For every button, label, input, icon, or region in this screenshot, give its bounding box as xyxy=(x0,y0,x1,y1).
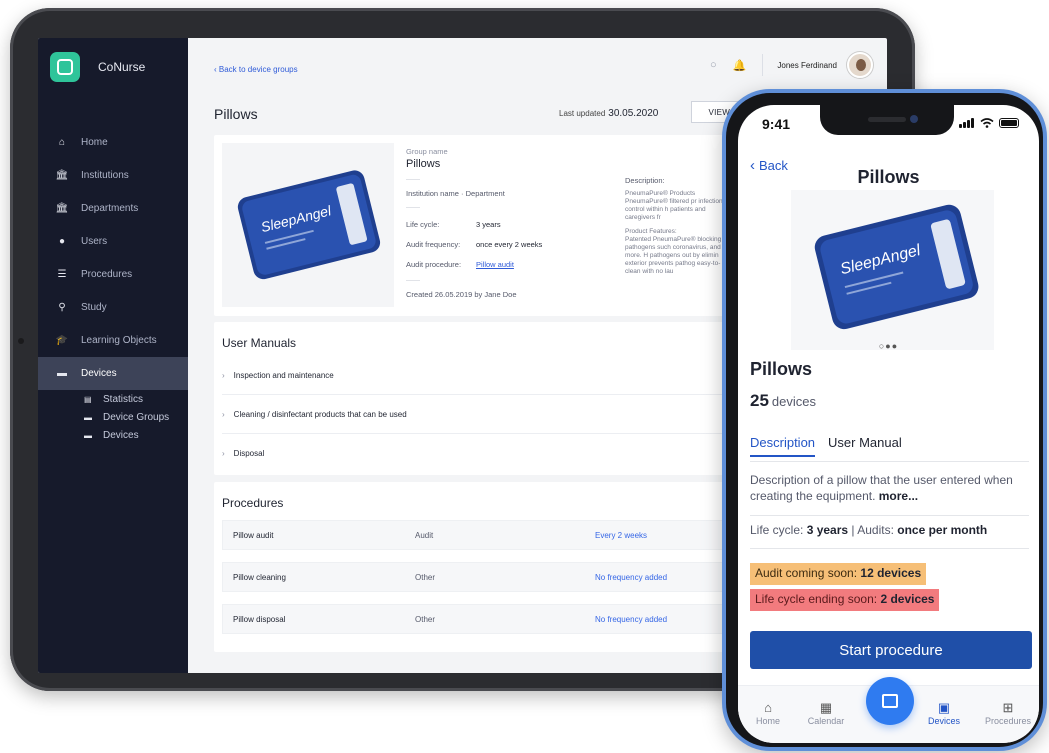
monitor-icon: ▬ xyxy=(84,412,92,422)
manual-accordion-item[interactable]: › Inspection and maintenance xyxy=(222,356,767,395)
start-procedure-button[interactable]: Start procedure xyxy=(750,631,1032,669)
avatar[interactable] xyxy=(847,52,873,78)
calendar-icon: ▦ xyxy=(819,700,833,715)
device-count: 25 devices xyxy=(750,391,816,410)
description-text: Description of a pillow that the user en… xyxy=(750,473,1013,503)
phone-tabs: Description User Manual xyxy=(750,435,902,457)
home-icon: ⌂ xyxy=(764,700,772,715)
search-icon[interactable]: ○ xyxy=(710,59,717,71)
chevron-right-icon: › xyxy=(222,449,225,458)
tab-description[interactable]: Description xyxy=(750,435,816,457)
tab-user-manual[interactable]: User Manual xyxy=(828,435,902,457)
sidebar-item-procedures[interactable]: ☰ Procedures xyxy=(38,258,188,291)
divider xyxy=(762,54,764,76)
phone-notch xyxy=(820,105,954,135)
status-icons xyxy=(959,118,1019,128)
created-line: Created 26.05.2019 by Jane Doe xyxy=(406,290,517,299)
product-image: SleepAngel xyxy=(222,143,394,307)
life-cycle-summary: Life cycle: 3 years | Audits: once per m… xyxy=(750,523,988,537)
sidebar-item-devices[interactable]: ▬ Devices xyxy=(38,357,188,390)
manual-accordion-item[interactable]: › Cleaning / disinfectant products that c… xyxy=(222,395,767,434)
signal-icon xyxy=(959,118,975,128)
carousel-dots[interactable]: ○●● xyxy=(738,341,1039,351)
sidebar-item-study[interactable]: ⚲ Study xyxy=(38,291,188,324)
monitor-icon: ▬ xyxy=(84,430,92,440)
monitor-icon: ▬ xyxy=(57,368,67,379)
phone-screen: 9:41 ‹ Back Pillows SleepAngel ○●● Pillo… xyxy=(738,105,1039,743)
devices-subnav: ▤ Statistics ▬ Device Groups ▬ Devices xyxy=(38,390,188,444)
user-manuals-title: User Manuals xyxy=(222,336,297,350)
institution-icon: 🏛 xyxy=(55,170,69,181)
chart-icon: ▤ xyxy=(84,394,92,404)
sidebar-item-institutions[interactable]: 🏛 Institutions xyxy=(38,159,188,192)
product-image[interactable]: SleepAngel xyxy=(791,190,994,350)
audit-procedure-link[interactable]: Pillow audit xyxy=(476,260,514,269)
subnav-item-statistics[interactable]: ▤ Statistics xyxy=(84,390,188,408)
department-icon: 🏛 xyxy=(55,203,69,214)
status-time: 9:41 xyxy=(762,116,791,132)
user-name[interactable]: Jones Ferdinand xyxy=(777,61,837,70)
sidebar-nav: ⌂ Home 🏛 Institutions 🏛 Departments ● Users … xyxy=(38,126,188,444)
subnav-item-device-groups[interactable]: ▬ Device Groups xyxy=(84,408,188,426)
manual-accordion-item[interactable]: › Disposal xyxy=(222,434,767,473)
brand-name: CoNurse xyxy=(98,60,146,74)
procedures-card: Procedures Pillow audit Audit Every 2 week… xyxy=(214,482,774,652)
group-details: Group name Pillows Institution name · De… xyxy=(406,147,616,299)
sidebar-item-users[interactable]: ● Users xyxy=(38,225,188,258)
subnav-item-devices[interactable]: ▬ Devices xyxy=(84,426,188,444)
user-icon: ● xyxy=(58,236,66,247)
bell-icon[interactable]: 🔔 xyxy=(733,59,747,72)
bottom-nav-devices[interactable]: ▣ Devices xyxy=(914,700,974,726)
wifi-icon xyxy=(980,118,994,128)
chevron-right-icon: › xyxy=(222,409,225,419)
scan-button[interactable] xyxy=(866,677,914,725)
topbar: ○ 🔔 Jones Ferdinand xyxy=(710,52,873,78)
search-icon: ⚲ xyxy=(58,302,66,313)
description-column: Description: PneumaPure® Products Pneuma… xyxy=(625,177,723,275)
phone-device: 9:41 ‹ Back Pillows SleepAngel ○●● Pillo… xyxy=(722,89,1047,751)
sidebar-item-learning-objects[interactable]: 🎓 Learning Objects xyxy=(38,324,188,357)
chevron-right-icon: › xyxy=(222,370,225,380)
sidebar: CoNurse ⌂ Home 🏛 Institutions 🏛 Departments… xyxy=(38,38,188,673)
procedure-row[interactable]: Pillow audit Audit Every 2 weeks xyxy=(222,520,767,550)
bottom-nav-home[interactable]: ⌂ Home xyxy=(738,700,798,726)
lifecycle-ending-badge[interactable]: Life cycle ending soon: 2 devices xyxy=(750,589,940,611)
institution-line: Institution name · Department xyxy=(406,189,505,198)
procedure-row[interactable]: Pillow cleaning Other No frequency added xyxy=(222,562,767,592)
scan-icon xyxy=(882,694,898,708)
tablet-camera xyxy=(18,338,24,344)
devices-icon: ▣ xyxy=(937,700,951,715)
bottom-nav-calendar[interactable]: ▦ Calendar xyxy=(796,700,856,726)
battery-icon xyxy=(999,118,1019,128)
bottom-nav-procedures[interactable]: ⊞ Procedures xyxy=(978,700,1038,726)
more-link[interactable]: more... xyxy=(879,489,918,503)
audit-soon-badge[interactable]: Audit coming soon: 12 devices xyxy=(750,563,927,585)
sidebar-item-home[interactable]: ⌂ Home xyxy=(38,126,188,159)
group-name: Pillows xyxy=(406,158,441,170)
brand[interactable]: CoNurse xyxy=(50,52,145,82)
phone-header-title: Pillows xyxy=(857,167,920,187)
marketing-stage: CoNurse ⌂ Home 🏛 Institutions 🏛 Departments… xyxy=(0,0,1049,753)
device-group-name: Pillows xyxy=(750,359,813,379)
home-icon: ⌂ xyxy=(58,137,66,148)
last-updated: Last updated 30.05.2020 xyxy=(559,108,659,119)
group-info-card: SleepAngel Group name Pillows Institutio… xyxy=(214,135,774,316)
sidebar-item-departments[interactable]: 🏛 Departments xyxy=(38,192,188,225)
procedure-row[interactable]: Pillow disposal Other No frequency added xyxy=(222,604,767,634)
user-manuals-card: User Manuals › Inspection and maintenance… xyxy=(214,322,774,475)
back-to-groups-link[interactable]: ‹ Back to device groups xyxy=(214,65,298,74)
graduation-cap-icon: 🎓 xyxy=(55,335,69,346)
procedures-title: Procedures xyxy=(222,496,284,510)
list-icon: ☰ xyxy=(57,269,67,280)
page-title: Pillows xyxy=(214,106,258,122)
procedures-icon: ⊞ xyxy=(1002,700,1014,715)
conurse-logo-icon xyxy=(50,52,80,82)
